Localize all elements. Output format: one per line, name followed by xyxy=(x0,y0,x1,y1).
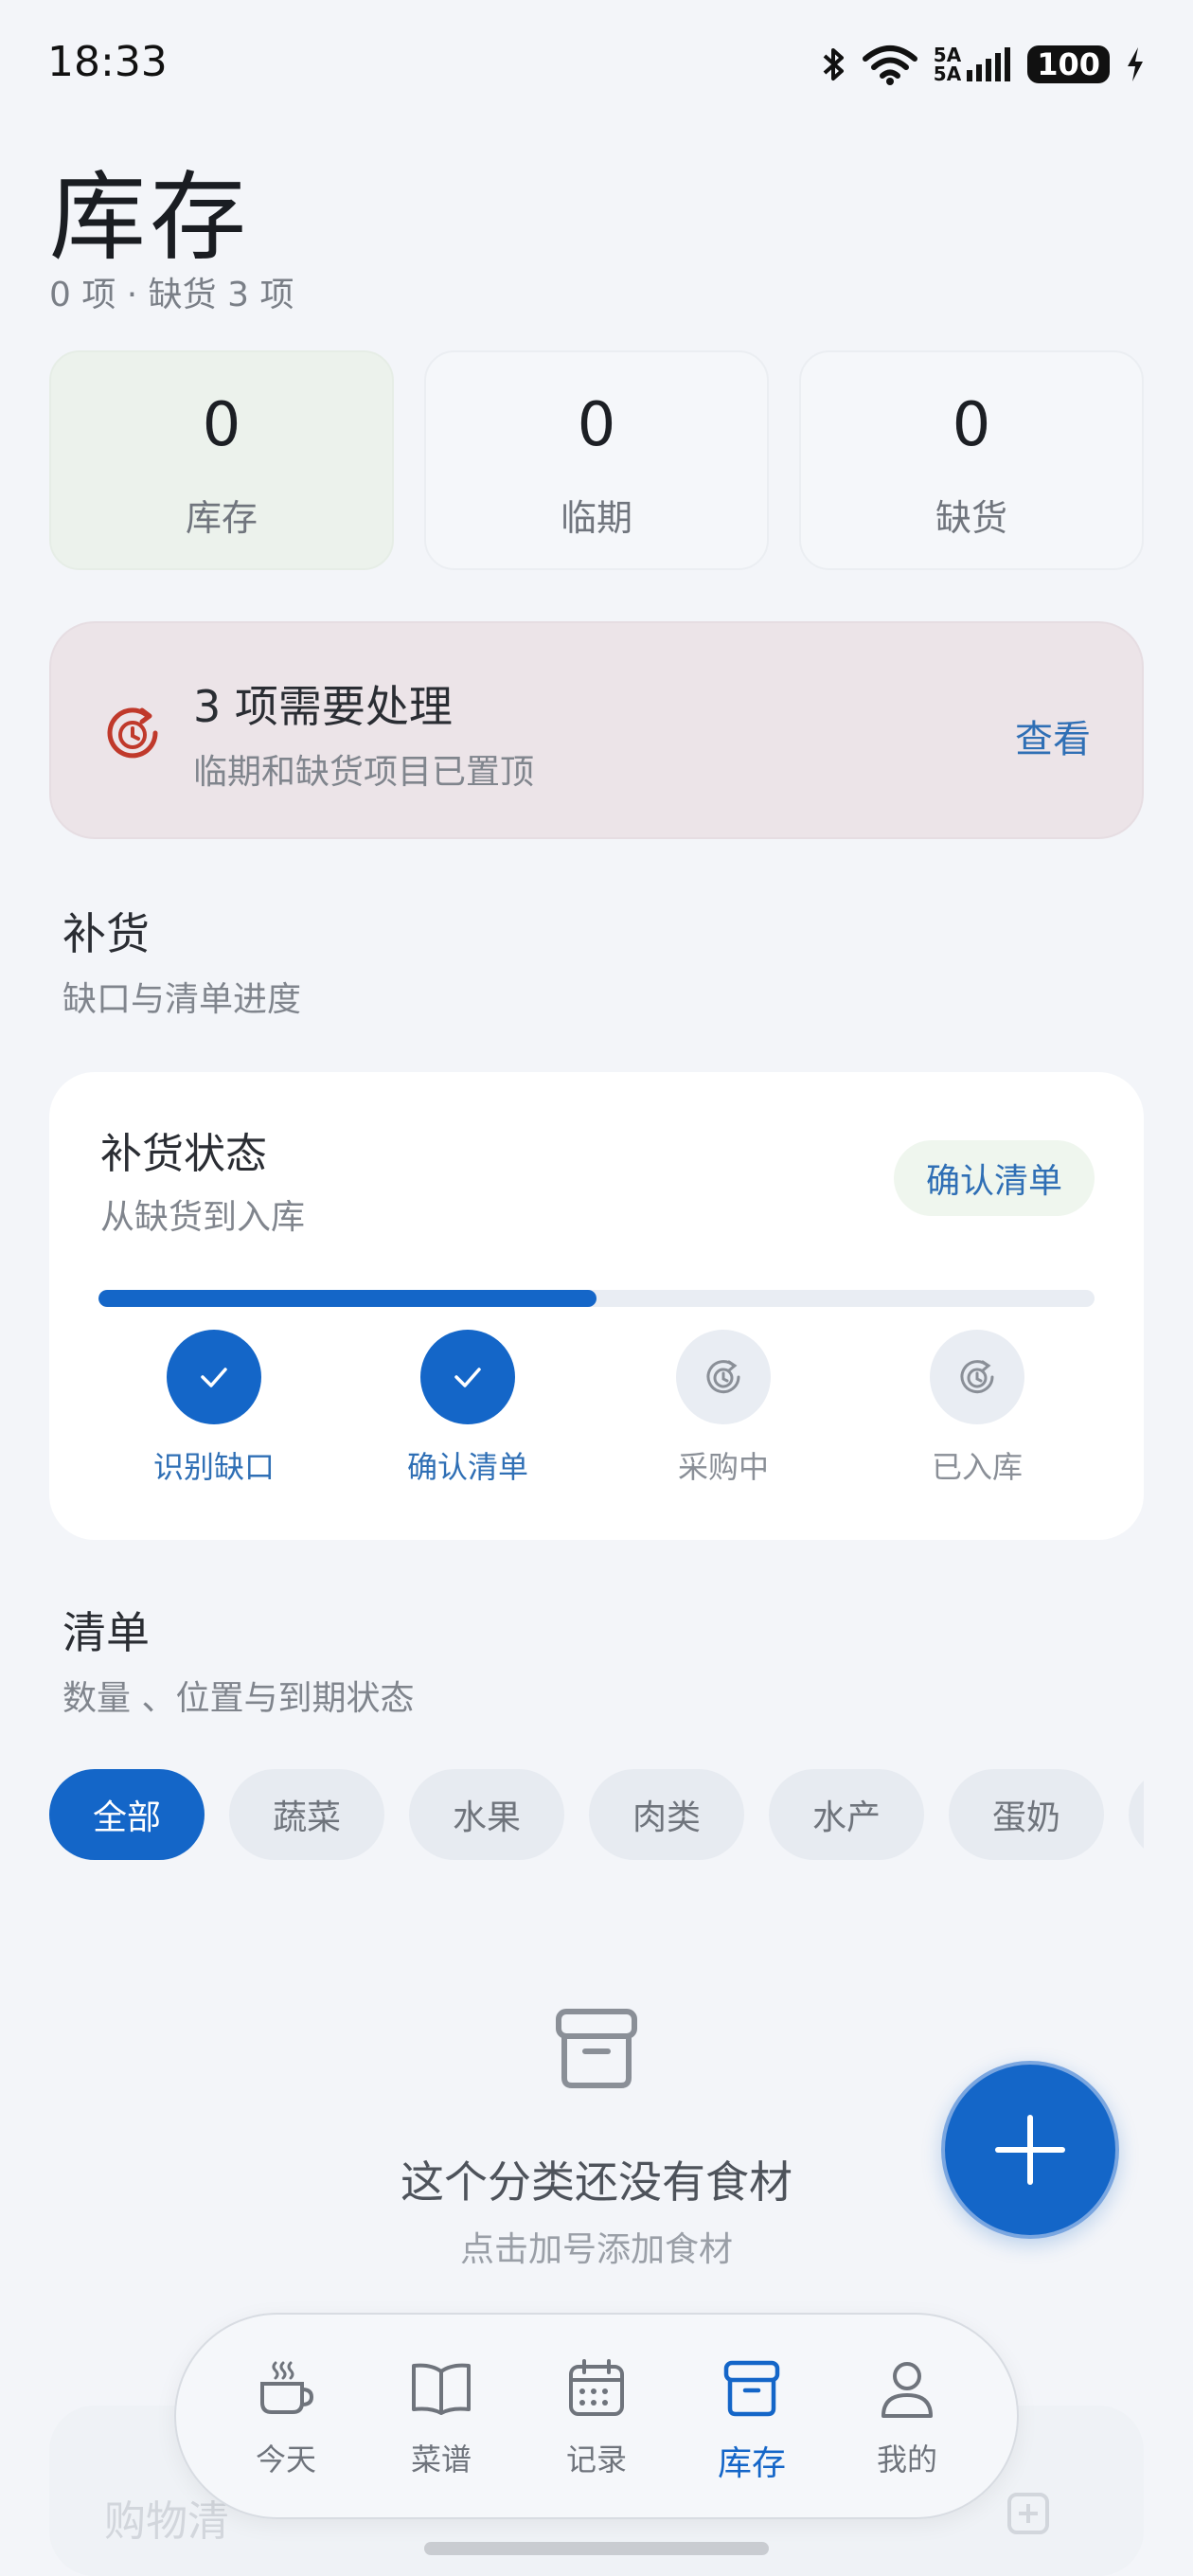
filter-chip-vegetables[interactable]: 蔬菜 xyxy=(229,1769,384,1860)
step-stocked: 已入库 xyxy=(882,1330,1072,1487)
filter-chip-seafood[interactable]: 水产 xyxy=(769,1769,924,1860)
category-filter-chips: 全部 蔬菜 水果 肉类 水产 蛋奶 xyxy=(49,1769,1144,1860)
restock-status-card: 补货状态 从缺货到入库 确认清单 识别缺口 确认清单 采购中 已入库 xyxy=(49,1072,1144,1540)
step-confirm-list: 确认清单 xyxy=(373,1330,562,1487)
step-label: 已入库 xyxy=(931,1449,1023,1485)
battery-icon: 100 xyxy=(1027,45,1110,83)
stat-value: 0 xyxy=(952,390,991,460)
stat-card-stock[interactable]: 0 库存 xyxy=(49,350,394,570)
page-subtitle: 0 项 · 缺货 3 项 xyxy=(49,276,294,314)
restock-progress-bar xyxy=(98,1290,1095,1307)
view-link[interactable]: 查看 xyxy=(1015,708,1091,763)
stat-value: 0 xyxy=(202,390,241,460)
nav-label: 库存 xyxy=(717,2444,786,2483)
clock-refresh-icon xyxy=(98,699,167,771)
step-identify-gap: 识别缺口 xyxy=(119,1330,309,1487)
list-section-description: 数量 、位置与到期状态 xyxy=(62,1679,415,1718)
coffee-icon xyxy=(229,2354,343,2423)
person-icon xyxy=(850,2354,964,2423)
stat-value: 0 xyxy=(577,390,616,460)
step-label: 识别缺口 xyxy=(152,1449,275,1485)
stat-label: 临期 xyxy=(560,497,632,539)
restock-section-description: 缺口与清单进度 xyxy=(62,980,302,1019)
nav-item-today[interactable]: 今天 xyxy=(229,2354,343,2479)
inventory-page: 18:33 5A 5A 100 库存 0 项 · 缺货 3 项 0 库存 0 临… xyxy=(0,0,1193,2576)
calendar-icon xyxy=(540,2354,653,2423)
step-purchasing: 采购中 xyxy=(629,1330,818,1487)
signal-icon: 5A 5A xyxy=(934,45,1012,83)
check-icon xyxy=(420,1330,515,1424)
filter-chip-eggs-dairy[interactable]: 蛋奶 xyxy=(949,1769,1104,1860)
restock-card-title: 补货状态 xyxy=(100,1130,267,1178)
check-icon xyxy=(167,1330,261,1424)
stat-label: 库存 xyxy=(185,497,258,539)
nav-label: 我的 xyxy=(876,2442,937,2478)
alert-description: 临期和缺货项目已置顶 xyxy=(193,753,535,792)
restock-section-title: 补货 xyxy=(62,908,150,959)
filter-chip-meat[interactable]: 肉类 xyxy=(589,1769,744,1860)
stat-card-out-of-stock[interactable]: 0 缺货 xyxy=(799,350,1144,570)
home-indicator[interactable] xyxy=(424,2542,769,2555)
box-icon xyxy=(549,2002,644,2097)
box-icon xyxy=(695,2354,809,2423)
wifi-icon xyxy=(862,44,918,85)
bluetooth-icon xyxy=(822,45,846,83)
stat-card-expiring[interactable]: 0 临期 xyxy=(424,350,769,570)
book-icon xyxy=(384,2354,498,2423)
network-label-2: 5A xyxy=(933,63,962,85)
plus-icon xyxy=(995,2115,1065,2185)
add-square-icon xyxy=(1006,2491,1051,2540)
charging-icon xyxy=(1125,45,1146,83)
step-label: 确认清单 xyxy=(406,1449,528,1485)
nav-label: 记录 xyxy=(565,2442,627,2478)
restock-progress-fill xyxy=(98,1290,596,1307)
clock-refresh-icon xyxy=(676,1330,771,1424)
alert-title: 3 项需要处理 xyxy=(193,681,453,732)
nav-item-inventory[interactable]: 库存 xyxy=(695,2354,809,2485)
page-title: 库存 xyxy=(49,162,250,275)
clock-refresh-icon xyxy=(930,1330,1024,1424)
stat-label: 缺货 xyxy=(935,497,1007,539)
confirm-list-badge[interactable]: 确认清单 xyxy=(893,1140,1095,1216)
filter-chip-all[interactable]: 全部 xyxy=(49,1769,205,1860)
attention-alert[interactable]: 3 项需要处理 临期和缺货项目已置顶 查看 xyxy=(49,621,1144,839)
restock-card-subtitle: 从缺货到入库 xyxy=(100,1198,306,1237)
status-icons: 5A 5A 100 xyxy=(822,44,1146,85)
filter-chip-fruit[interactable]: 水果 xyxy=(409,1769,564,1860)
shopping-list-title: 购物清 xyxy=(104,2497,229,2546)
status-time: 18:33 xyxy=(47,38,168,86)
step-label: 采购中 xyxy=(677,1449,769,1485)
list-section-title: 清单 xyxy=(62,1607,150,1658)
nav-label: 今天 xyxy=(255,2442,316,2478)
nav-item-recipes[interactable]: 菜谱 xyxy=(384,2354,498,2479)
nav-item-records[interactable]: 记录 xyxy=(540,2354,653,2479)
bottom-navigation: 今天 菜谱 记录 库存 我的 xyxy=(174,2313,1019,2519)
filter-chip-more[interactable] xyxy=(1129,1769,1144,1860)
nav-item-profile[interactable]: 我的 xyxy=(850,2354,964,2479)
network-label-1: 5A xyxy=(933,44,962,66)
add-ingredient-button[interactable] xyxy=(941,2061,1119,2239)
nav-label: 菜谱 xyxy=(410,2442,472,2478)
